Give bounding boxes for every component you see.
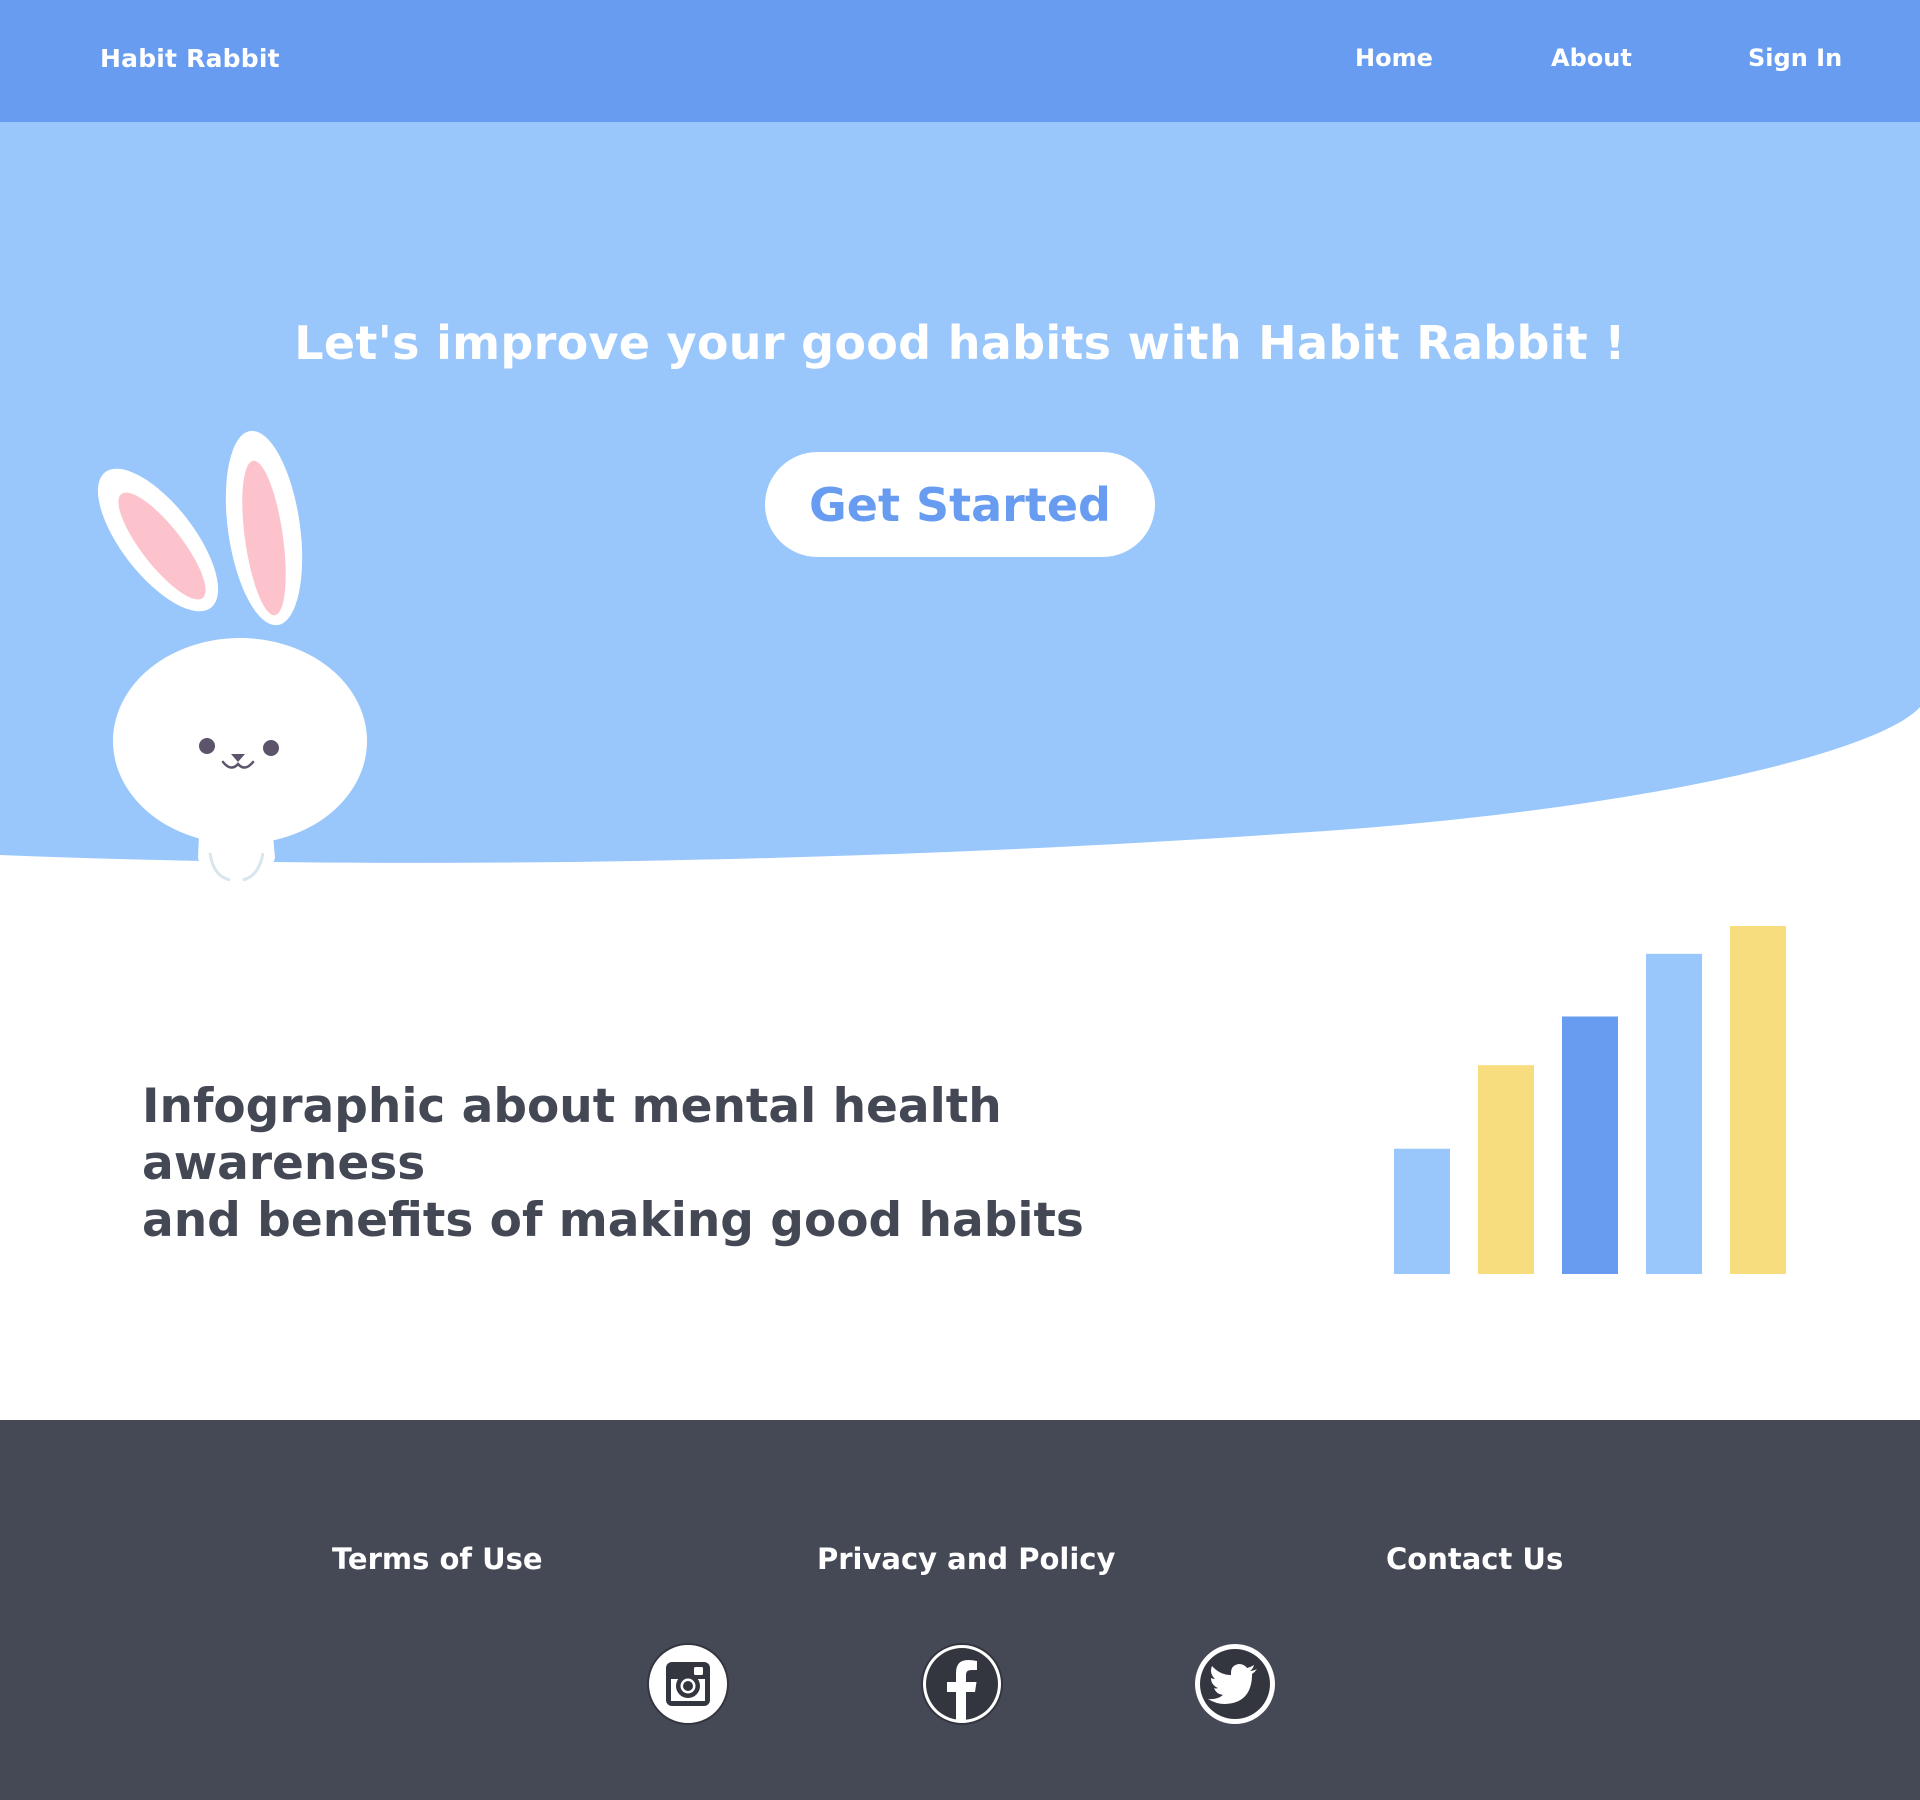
chart-bar-4 (1646, 953, 1702, 1274)
nav-about-link[interactable]: About (1551, 44, 1632, 72)
rabbit-left-eye (199, 738, 215, 754)
rabbit-mascot-illustration (97, 430, 367, 884)
footer-terms-link[interactable]: Terms of Use (332, 1542, 543, 1576)
infographic-heading-line-2: and benefits of making good habits (142, 1193, 1084, 1248)
navbar: Habit Rabbit Home About Sign In (0, 0, 1920, 122)
nav-home-link[interactable]: Home (1355, 44, 1433, 72)
chart-bar-5 (1730, 926, 1786, 1274)
infographic-bar-chart (1394, 926, 1786, 1274)
facebook-icon[interactable] (920, 1642, 1004, 1726)
get-started-button[interactable]: Get Started (765, 452, 1155, 557)
chart-bar-3 (1562, 1016, 1618, 1274)
instagram-icon[interactable] (646, 1642, 730, 1726)
rabbit-right-eye (263, 740, 279, 756)
twitter-icon[interactable] (1193, 1642, 1277, 1726)
footer: Terms of Use Privacy and Policy Contact … (0, 1420, 1920, 1800)
chart-bar-1 (1394, 1148, 1450, 1274)
hero-title: Let's improve your good habits with Habi… (294, 316, 1626, 370)
nav-sign-in-link[interactable]: Sign In (1748, 44, 1842, 72)
rabbit-head (113, 638, 367, 844)
infographic-heading: Infographic about mental health awarenes… (142, 1078, 1242, 1249)
brand-logo-link[interactable]: Habit Rabbit (100, 44, 280, 73)
infographic-heading-line-1: Infographic about mental health awarenes… (142, 1079, 1002, 1191)
rabbit-right-ear (225, 430, 303, 626)
chart-bar-2 (1478, 1065, 1534, 1274)
footer-privacy-link[interactable]: Privacy and Policy (817, 1542, 1115, 1576)
footer-contact-link[interactable]: Contact Us (1386, 1542, 1563, 1576)
rabbit-left-ear (97, 468, 219, 612)
